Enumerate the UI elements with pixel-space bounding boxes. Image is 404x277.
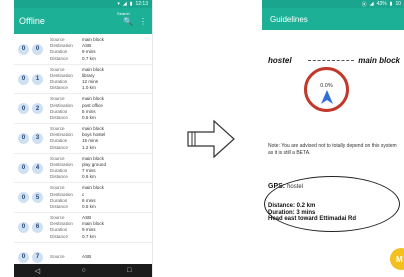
location-icon: ⦿ [361, 1, 367, 8]
home-icon[interactable]: ○ [81, 267, 85, 274]
bus-number-badge: 0 [18, 103, 29, 115]
route-index-badge: 3 [32, 132, 43, 144]
destination-label: main block [358, 56, 400, 65]
app-bar: Offline Search 🔍 ⋮ [14, 8, 152, 34]
distance-label: Distance [50, 203, 68, 209]
distance-value: 0.7 km [82, 55, 96, 61]
distance-label: Distance [50, 144, 68, 150]
direction-compass: 0.0% [304, 67, 349, 112]
route-index-badge: 2 [32, 103, 43, 115]
offline-screen: ▾ ◢ ▮ 12:13 Offline Search 🔍 ⋮ 0 0 Sourc… [14, 0, 153, 277]
list-item[interactable]: 0 4 Source main block Destination play gro… [14, 154, 152, 184]
bus-number-badge: 0 [18, 132, 29, 144]
distance-value: 1.0 km [82, 85, 96, 91]
battery-level: 43% [376, 1, 387, 7]
gps-value: hostel [287, 184, 304, 190]
bus-number-badge: 0 [18, 73, 29, 85]
route-index-badge: 0 [32, 43, 43, 55]
list-item[interactable]: 0 5 Source main block Destination c Durati… [14, 183, 152, 214]
list-item[interactable]: 0 1 Source main block Destination library … [14, 65, 152, 95]
bus-number-badge: 0 [18, 43, 29, 55]
distance-label: Distance [50, 55, 68, 61]
distance-label: Distance [50, 174, 68, 180]
battery-icon: ▮ [389, 1, 393, 7]
map-icon: M [396, 254, 403, 264]
beta-note: Note: You are advised not to totally dep… [268, 143, 397, 156]
bus-number-badge: 0 [18, 192, 29, 204]
search-icon: 🔍 [123, 16, 133, 26]
trip-summary: Distance: 0.2 km Duration: 3 mins Head e… [268, 203, 356, 223]
gps-readout: GPS: hostel [268, 183, 303, 190]
route-index-badge: 6 [32, 221, 43, 233]
app-bar: Guidelines [262, 8, 404, 30]
source-label: Source [50, 254, 65, 260]
bus-number-badge: 0 [18, 251, 29, 263]
signal-icon: ◢ [122, 1, 127, 7]
distance-label: Distance [50, 233, 68, 239]
clock: 12:13 [135, 1, 148, 7]
bus-number-badge: 0 [18, 221, 29, 233]
gps-label: GPS: [268, 183, 286, 190]
navigation-arrow-icon [321, 90, 333, 104]
status-bar: ▾ ◢ ▮ 12:13 [14, 0, 152, 8]
distance-label: Distance [50, 114, 68, 120]
route-index-badge: 7 [32, 251, 43, 263]
route-index-badge: 1 [32, 73, 43, 85]
wifi-icon: ▾ [117, 1, 120, 7]
battery-icon: ▮ [129, 1, 133, 7]
distance-value: 0.6 km [82, 174, 96, 180]
search-button[interactable]: Search 🔍 [117, 11, 133, 26]
signal-icon: ◢ [369, 1, 374, 7]
list-item[interactable]: 0 0 Source main block Destination ASB Dura… [14, 35, 152, 65]
status-bar: ⦿ ◢ 43% ▮ 10 [262, 0, 404, 8]
origin-label: hostel [268, 56, 292, 65]
back-icon[interactable]: ◁ [35, 267, 40, 275]
page-title: Offline [19, 16, 45, 26]
list-item[interactable]: 0 6 Source ASB Destination main block Dura… [14, 213, 152, 243]
route-dashed-line [308, 60, 354, 61]
list-item[interactable]: 0 3 Source main block Destination boys hos… [14, 124, 152, 154]
distance-value: 0.5 km [82, 114, 96, 120]
clock: 10 [395, 1, 401, 7]
nav-bar: ◁ ○ □ [14, 264, 152, 277]
page-title: Guidelines [270, 14, 308, 24]
list-item[interactable]: 0 2 Source main block Destination post off… [14, 94, 152, 125]
recents-icon[interactable]: □ [127, 267, 131, 274]
progress-percent: 0.0% [320, 83, 333, 89]
route-index-badge: 5 [32, 192, 43, 204]
transition-arrow-icon [187, 119, 235, 159]
distance-value: 1.2 km [82, 144, 96, 150]
bus-number-badge: 0 [18, 162, 29, 174]
search-hint: Search [117, 10, 130, 16]
distance-label: Distance [50, 85, 68, 91]
distance-value: 0.7 km [82, 233, 96, 239]
direction-instruction: Head east toward Ettimadai Rd [268, 216, 357, 222]
route-list: 0 0 Source main block Destination ASB Dura… [14, 34, 152, 273]
guidelines-screen: ⦿ ◢ 43% ▮ 10 Guidelines hostel main bloc… [262, 0, 404, 277]
map-fab-button[interactable]: M [390, 248, 404, 270]
route-index-badge: 4 [32, 162, 43, 174]
overflow-menu-icon[interactable]: ⋮ [139, 17, 147, 26]
distance-value: 0.5 km [82, 203, 96, 209]
source-value: ASB [82, 254, 92, 260]
